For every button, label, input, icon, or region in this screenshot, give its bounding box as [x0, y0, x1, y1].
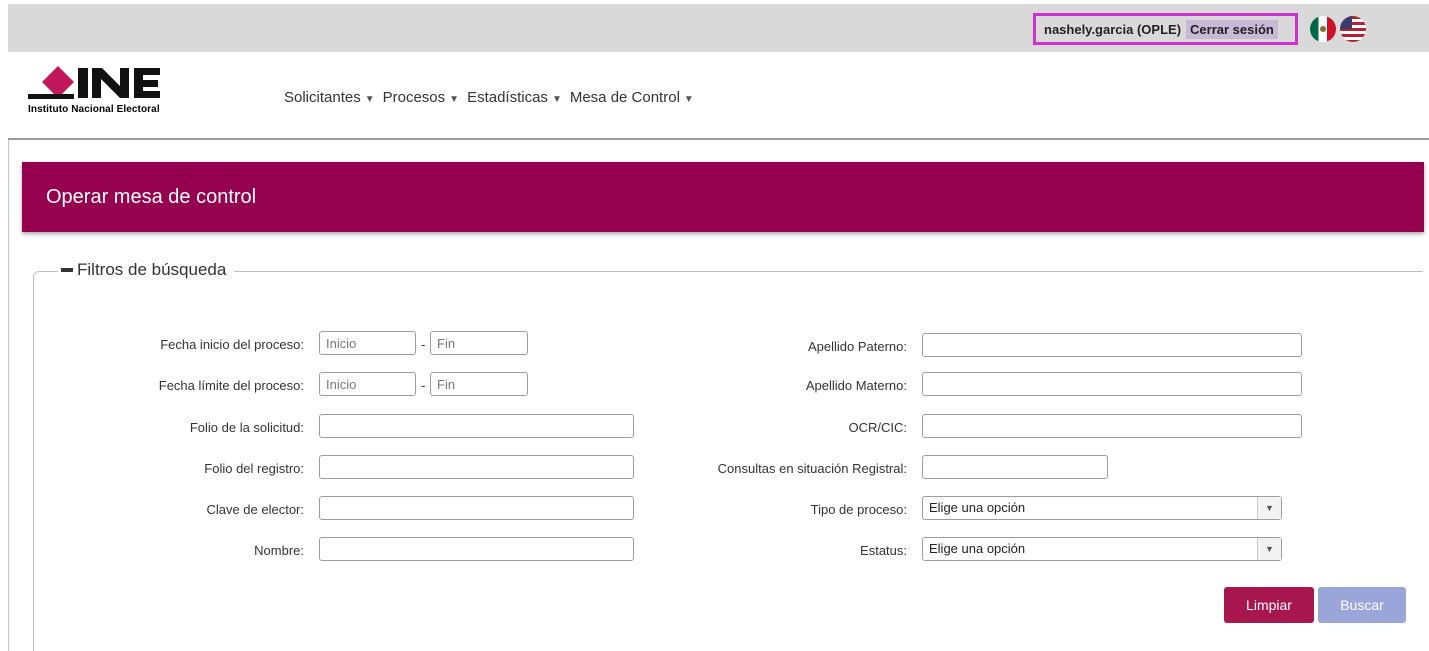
mexico-flag-icon[interactable] — [1310, 16, 1336, 42]
nav-solicitantes[interactable]: Solicitantes ▼ — [284, 89, 375, 106]
nav-estadisticas[interactable]: Estadísticas ▼ — [467, 89, 562, 106]
main-nav: Solicitantes ▼ Procesos ▼ Estadísticas ▼ Me… — [284, 89, 694, 106]
range-separator: - — [421, 378, 426, 393]
apellido-materno-label: Apellido Materno: — [805, 378, 907, 393]
fecha-limite-label: Fecha límite del proceso: — [158, 378, 304, 393]
fecha-limite-end-input[interactable] — [430, 372, 528, 396]
clear-button[interactable]: Limpiar — [1224, 587, 1314, 623]
folio-registro-input[interactable] — [319, 455, 634, 479]
caret-down-icon: ▼ — [683, 94, 694, 105]
folio-solicitud-input[interactable] — [319, 414, 634, 438]
consultas-input[interactable] — [922, 455, 1108, 479]
nav-label: Mesa de Control — [569, 89, 680, 106]
tipo-proceso-select[interactable]: Elige una opción ▼ — [922, 496, 1282, 520]
tipo-proceso-label: Tipo de proceso: — [810, 502, 907, 517]
nombre-label: Nombre: — [254, 543, 304, 558]
dropdown-arrow-icon[interactable]: ▼ — [1257, 538, 1281, 560]
dropdown-arrow-icon[interactable]: ▼ — [1257, 497, 1281, 519]
range-separator: - — [421, 337, 426, 352]
page-title: Operar mesa de control — [46, 186, 257, 208]
folio-solicitud-label: Folio de la solicitud: — [189, 420, 304, 435]
collapse-minus-icon[interactable] — [61, 268, 73, 272]
caret-down-icon: ▼ — [449, 94, 460, 105]
clave-elector-input[interactable] — [319, 496, 634, 520]
fecha-inicio-end-input[interactable] — [430, 331, 528, 355]
fecha-limite-start-input[interactable] — [319, 372, 416, 396]
nav-label: Procesos — [382, 89, 446, 106]
apellido-materno-input[interactable] — [922, 372, 1302, 396]
nav-mesa-de-control[interactable]: Mesa de Control ▼ — [570, 89, 694, 106]
apellido-paterno-input[interactable] — [922, 333, 1302, 357]
logout-link[interactable]: Cerrar sesión — [1186, 19, 1278, 39]
fecha-inicio-label: Fecha inicio del proceso: — [160, 337, 304, 352]
nombre-input[interactable] — [319, 537, 634, 561]
estatus-selected: Elige una opción — [929, 541, 1026, 556]
username: nashely.garcia (OPLE) — [1044, 21, 1182, 37]
estatus-select[interactable]: Elige una opción ▼ — [922, 537, 1282, 561]
tipo-proceso-selected: Elige una opción — [929, 500, 1026, 515]
nav-procesos[interactable]: Procesos ▼ — [383, 89, 459, 106]
estatus-label: Estatus: — [860, 543, 907, 558]
apellido-paterno-label: Apellido Paterno: — [807, 339, 907, 354]
filters-legend[interactable]: Filtros de búsqueda — [58, 260, 235, 280]
search-button[interactable]: Buscar — [1318, 587, 1406, 623]
ocr-cic-label: OCR/CIC: — [848, 420, 908, 435]
site-header: Instituto Nacional Electoral Solicitante… — [8, 52, 1429, 140]
user-session-box: nashely.garcia (OPLE) Cerrar sesión — [1033, 13, 1298, 45]
nav-label: Solicitantes — [284, 89, 361, 106]
caret-down-icon: ▼ — [364, 94, 375, 105]
nav-label: Estadísticas — [467, 89, 548, 106]
filters-legend-label: Filtros de búsqueda — [77, 260, 227, 279]
usa-flag-icon[interactable] — [1340, 16, 1366, 42]
folio-registro-label: Folio del registro: — [204, 461, 304, 476]
clave-elector-label: Clave de elector: — [206, 502, 304, 517]
caret-down-icon: ▼ — [551, 94, 562, 105]
institution-name: Instituto Nacional Electoral — [28, 104, 160, 115]
ocr-cic-input[interactable] — [922, 414, 1302, 438]
consultas-label: Consultas en situación Registral: — [717, 461, 907, 476]
page-title-band: Operar mesa de control — [22, 162, 1424, 232]
fecha-inicio-start-input[interactable] — [319, 331, 416, 355]
